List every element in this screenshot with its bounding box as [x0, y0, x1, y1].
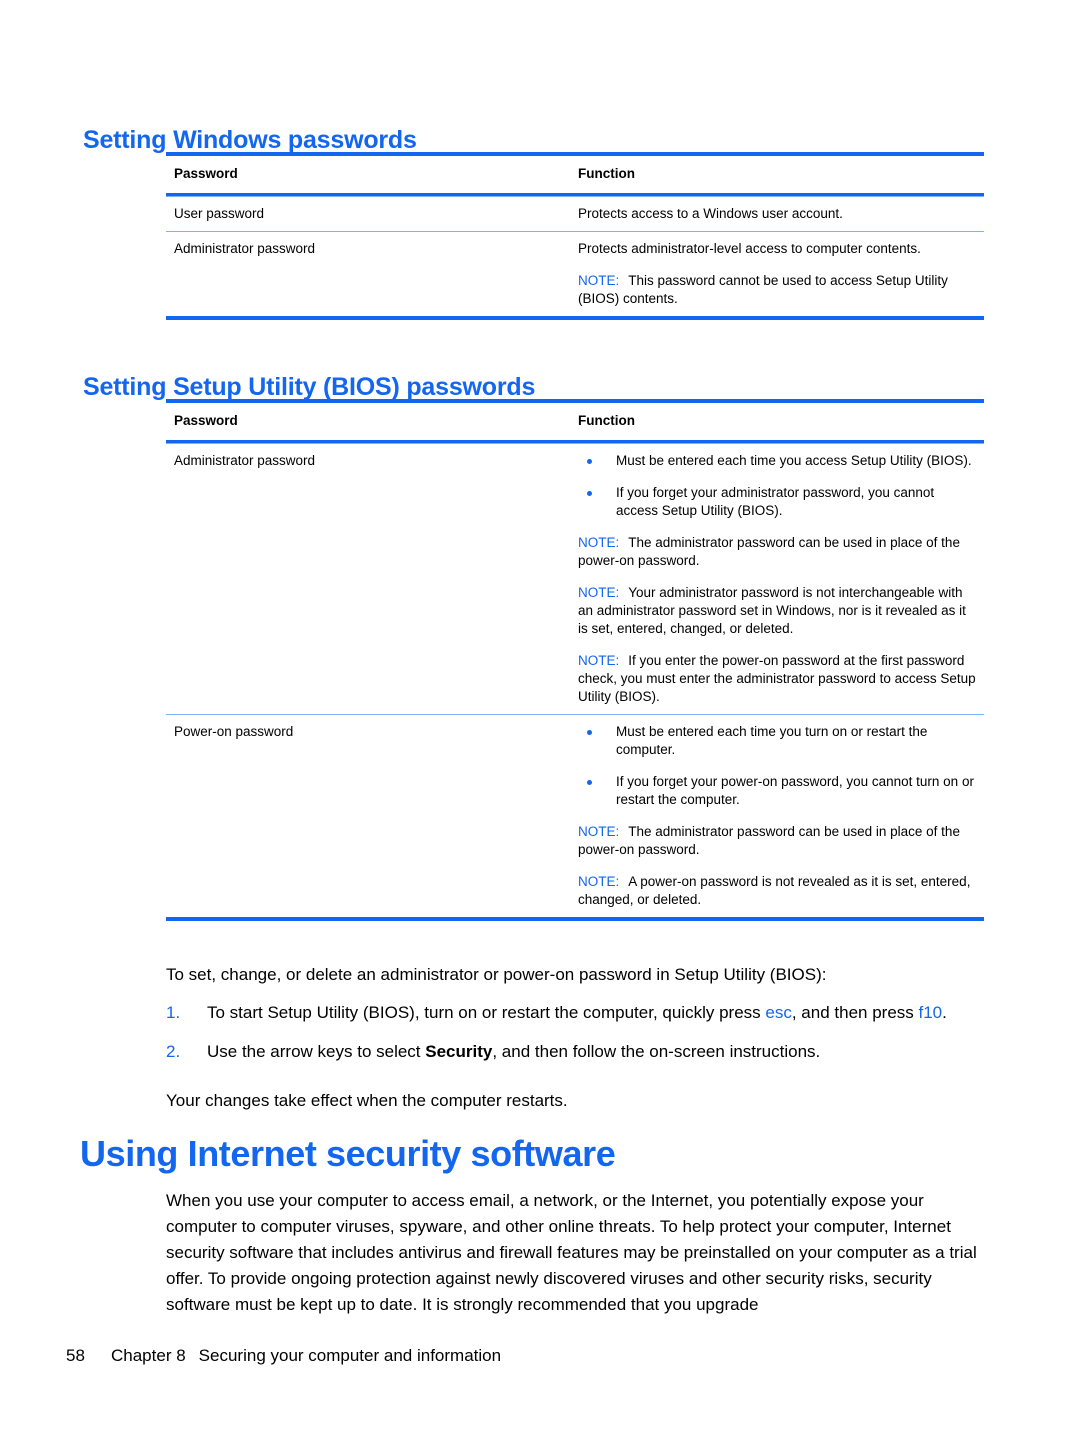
column-header-password: Password: [174, 413, 238, 428]
note-paragraph: NOTE: Your administrator password is not …: [578, 584, 978, 638]
heading-setting-windows-passwords: Setting Windows passwords: [83, 125, 417, 154]
key-esc: esc: [765, 1003, 792, 1022]
function-paragraph: Protects administrator-level access to c…: [578, 241, 921, 256]
table-header-row: Password Function: [166, 403, 984, 443]
step-text-part2: , and then follow the on-screen instruct…: [492, 1042, 821, 1061]
note-label: NOTE:: [578, 653, 620, 668]
note-label: NOTE:: [578, 585, 620, 600]
heading-setting-bios-passwords: Setting Setup Utility (BIOS) passwords: [83, 372, 536, 401]
note-paragraph: NOTE: The administrator password can be u…: [578, 823, 978, 859]
function-notes: NOTE: The administrator password can be u…: [578, 534, 978, 706]
cell-function: Protects administrator-level access to c…: [577, 232, 984, 316]
note-paragraph: NOTE: This password cannot be used to acc…: [578, 272, 978, 308]
step-number: 1.: [166, 1003, 181, 1022]
footer-chapter-label: Chapter 8: [111, 1346, 186, 1365]
table-row: Administrator password Must be entered e…: [166, 443, 984, 714]
function-paragraph: Protects access to a Windows user accoun…: [578, 206, 843, 221]
bullet-item: If you forget your power-on password, yo…: [578, 773, 978, 809]
note-label: NOTE:: [578, 535, 620, 550]
note-text: The administrator password can be used i…: [578, 824, 960, 857]
list-item-step-2: 2. Use the arrow keys to select Security,…: [166, 1039, 986, 1065]
note-paragraph: NOTE: The administrator password can be u…: [578, 534, 978, 570]
function-bullet-list: Must be entered each time you turn on or…: [578, 723, 978, 809]
step-text-part1: Use the arrow keys to select: [207, 1042, 426, 1061]
cell-function: Protects access to a Windows user accoun…: [577, 197, 984, 231]
note-text: Your administrator password is not inter…: [578, 585, 966, 636]
bullet-item: Must be entered each time you turn on or…: [578, 723, 978, 759]
footer-chapter-title: Securing your computer and information: [198, 1346, 502, 1365]
step-text-part1: To start Setup Utility (BIOS), turn on o…: [207, 1003, 766, 1022]
step-text-part2: , and then press: [791, 1003, 919, 1022]
cell-function: Must be entered each time you access Set…: [577, 444, 984, 714]
bios-closing-paragraph-block: Your changes take effect when the comput…: [166, 1088, 986, 1114]
note-text: If you enter the power-on password at th…: [578, 653, 976, 704]
column-header-function: Function: [578, 166, 635, 181]
cell-function: Must be entered each time you turn on or…: [577, 715, 984, 917]
note-label: NOTE:: [578, 273, 620, 288]
bios-steps-list: 1. To start Setup Utility (BIOS), turn on…: [166, 1000, 986, 1065]
heading-using-internet-security-software: Using Internet security software: [80, 1133, 616, 1174]
table-row: Power-on password Must be entered each t…: [166, 714, 984, 917]
internet-security-paragraph-block: When you use your computer to access ema…: [166, 1188, 986, 1318]
function-bullet-list: Must be entered each time you access Set…: [578, 452, 978, 520]
note-label: NOTE:: [578, 874, 620, 889]
table-header-row: Password Function: [166, 156, 984, 196]
cell-password: User password: [174, 206, 265, 221]
windows-passwords-table: Password Function User password Protects…: [166, 152, 984, 320]
bios-intro-paragraph: To set, change, or delete an administrat…: [166, 965, 827, 984]
bullet-item: If you forget your administrator passwor…: [578, 484, 978, 520]
key-f10: f10: [918, 1003, 943, 1022]
note-text: A power-on password is not revealed as i…: [578, 874, 971, 907]
list-item-step-1: 1. To start Setup Utility (BIOS), turn on…: [166, 1000, 986, 1026]
function-notes: NOTE: The administrator password can be u…: [578, 823, 978, 909]
note-text: This password cannot be used to access S…: [578, 273, 948, 306]
note-paragraph: NOTE: A power-on password is not revealed…: [578, 873, 978, 909]
note-label: NOTE:: [578, 824, 620, 839]
note-paragraph: NOTE: If you enter the power-on password …: [578, 652, 978, 706]
bios-intro-paragraph-block: To set, change, or delete an administrat…: [166, 962, 986, 988]
document-page: Setting Windows passwords Password Funct…: [0, 0, 1080, 1437]
step-number: 2.: [166, 1042, 181, 1061]
bios-closing-paragraph: Your changes take effect when the comput…: [166, 1091, 568, 1110]
step-text-part3: .: [942, 1003, 947, 1022]
column-header-password: Password: [174, 166, 238, 181]
note-text: The administrator password can be used i…: [578, 535, 960, 568]
footer-page-number: 58: [66, 1346, 85, 1365]
bullet-item: Must be entered each time you access Set…: [578, 452, 978, 470]
column-header-function: Function: [578, 413, 635, 428]
cell-password: Administrator password: [174, 453, 316, 468]
internet-security-paragraph: When you use your computer to access ema…: [166, 1191, 977, 1314]
table-row: Administrator password Protects administ…: [166, 231, 984, 316]
bios-passwords-table: Password Function Administrator password…: [166, 399, 984, 921]
page-footer: 58 Chapter 8 Securing your computer and in…: [66, 1346, 501, 1366]
cell-password: Power-on password: [174, 724, 294, 739]
menu-name-security: Security: [425, 1042, 493, 1061]
cell-password: Administrator password: [174, 241, 316, 256]
table-row: User password Protects access to a Windo…: [166, 196, 984, 231]
